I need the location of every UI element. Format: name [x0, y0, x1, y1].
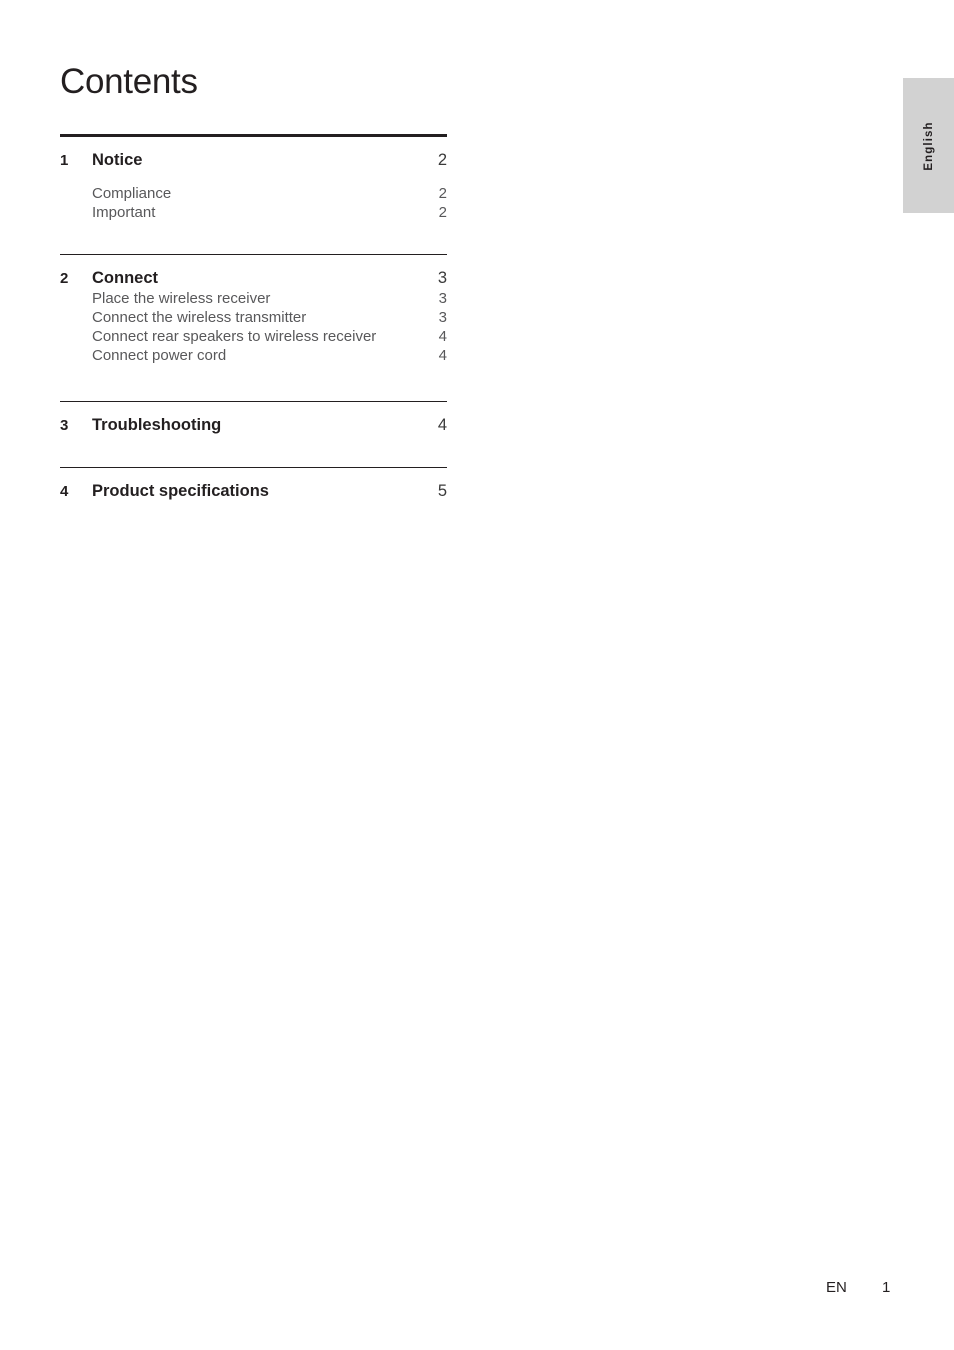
toc-subitem-label: Compliance: [92, 185, 172, 203]
toc-section-page: 4: [437, 416, 447, 435]
toc-section-4: 4 Product specifications 5: [60, 468, 447, 501]
toc-subitem-label: Connect rear speakers to wireless receiv…: [92, 328, 377, 346]
page-title: Contents: [60, 62, 198, 101]
toc-section-page: 2: [437, 151, 447, 170]
toc-section-number: 2: [60, 270, 69, 288]
toc-subitem[interactable]: Compliance 2: [60, 183, 447, 202]
footer-page-number: 1: [882, 1279, 891, 1296]
toc-subitem[interactable]: Important 2: [60, 202, 447, 221]
page-content: Contents 1 Notice 2 Compliance 2 Importa…: [60, 0, 447, 501]
toc-subitem-list: Place the wireless receiver 3 Connect th…: [60, 288, 447, 364]
toc-section-number: 3: [60, 417, 69, 435]
toc-subitem-page: 4: [438, 347, 447, 365]
toc-subitem[interactable]: Place the wireless receiver 3: [60, 288, 447, 307]
toc-subitem[interactable]: Connect the wireless transmitter 3: [60, 307, 447, 326]
toc-section-1: 1 Notice 2 Compliance 2 Important 2: [60, 137, 447, 221]
toc-section-page: 3: [437, 269, 447, 288]
toc-subitem-label: Connect power cord: [92, 347, 227, 365]
toc-subitem-page: 3: [438, 309, 447, 327]
toc-subitem-page: 2: [438, 204, 447, 222]
toc-section-label: Product specifications: [92, 482, 269, 501]
toc-subitem-page: 4: [438, 328, 447, 346]
toc-subitem-label: Place the wireless receiver: [92, 290, 271, 308]
toc-section-2: 2 Connect 3 Place the wireless receiver …: [60, 255, 447, 364]
footer-language-code: EN: [826, 1279, 847, 1296]
toc-subitem-label: Important: [92, 204, 156, 222]
toc-subitem[interactable]: Connect rear speakers to wireless receiv…: [60, 326, 447, 345]
toc-subitem-page: 3: [438, 290, 447, 308]
page-footer: EN 1: [0, 1279, 954, 1301]
toc-subitem-list: Compliance 2 Important 2: [60, 183, 447, 221]
toc-section-label: Notice: [92, 151, 143, 170]
toc-section-page: 5: [437, 482, 447, 501]
toc-subitem-page: 2: [438, 185, 447, 203]
toc-subitem[interactable]: Connect power cord 4: [60, 345, 447, 364]
toc-section-heading[interactable]: 1 Notice 2: [60, 137, 447, 170]
language-tab: English: [903, 78, 954, 213]
toc-section-heading[interactable]: 3 Troubleshooting 4: [60, 402, 447, 435]
toc-section-number: 4: [60, 483, 69, 501]
toc-section-number: 1: [60, 152, 69, 170]
toc-section-label: Troubleshooting: [92, 416, 222, 435]
toc-subitem-label: Connect the wireless transmitter: [92, 309, 307, 327]
toc-section-heading[interactable]: 2 Connect 3: [60, 255, 447, 288]
toc-section-label: Connect: [92, 269, 158, 288]
toc-section-heading[interactable]: 4 Product specifications 5: [60, 468, 447, 501]
language-tab-label: English: [922, 120, 935, 171]
toc-section-3: 3 Troubleshooting 4: [60, 402, 447, 435]
